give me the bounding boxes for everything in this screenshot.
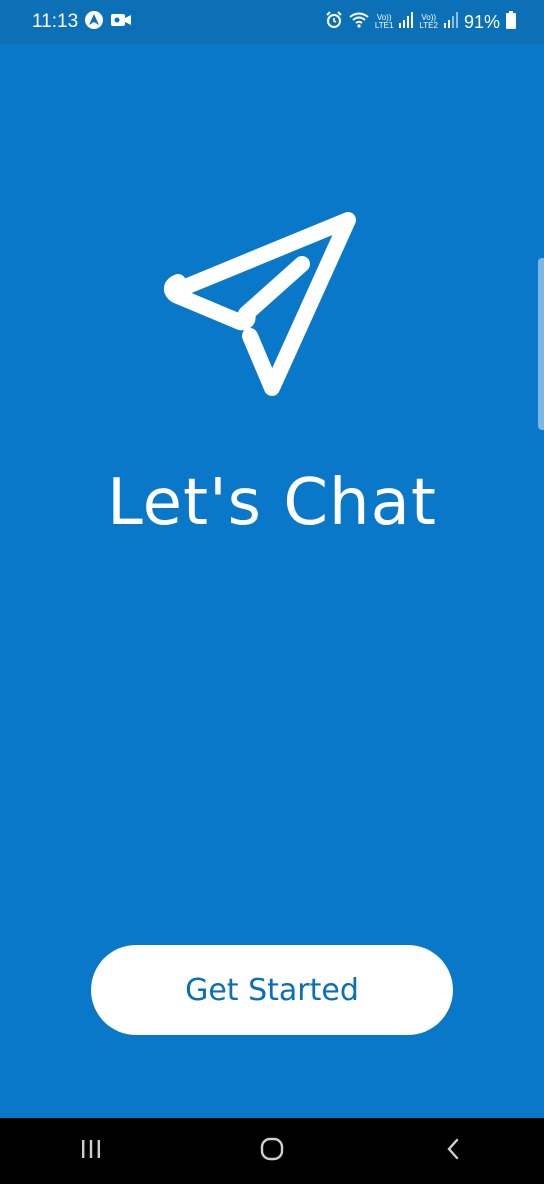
recent-apps-button[interactable] [61,1126,121,1176]
signal-sim1-icon [399,11,414,33]
battery-percent: 91% [463,11,500,32]
edge-panel-handle[interactable] [538,258,544,430]
battery-icon [506,10,516,34]
sim1-label-bottom: LTE1 [374,21,394,30]
home-icon [260,1137,284,1165]
get-started-button[interactable]: Get Started [91,945,453,1035]
status-bar: 11:13 Vo)) LTE1 Vo)) LTE2 91% [0,0,544,44]
video-camera-icon [110,12,132,33]
navigation-app-icon [84,10,104,35]
wifi-icon [349,12,369,33]
status-bar-left: 11:13 [32,10,132,35]
status-time: 11:13 [32,11,79,32]
app-title: Let's Chat [107,466,437,540]
welcome-screen: Let's Chat Get Started [0,44,544,1118]
back-icon [445,1138,461,1164]
sim2-label: Vo)) LTE2 [419,14,438,30]
navigation-bar [0,1118,544,1184]
home-button[interactable] [242,1126,302,1176]
sim2-label-bottom: LTE2 [419,21,438,30]
recent-apps-icon [80,1139,102,1163]
sim1-label: Vo)) LTE1 [375,14,394,30]
paper-plane-icon [162,202,366,402]
signal-sim2-icon [443,11,458,33]
back-button[interactable] [423,1126,483,1176]
alarm-icon [325,10,343,34]
status-bar-right: Vo)) LTE1 Vo)) LTE2 91% [325,10,516,34]
